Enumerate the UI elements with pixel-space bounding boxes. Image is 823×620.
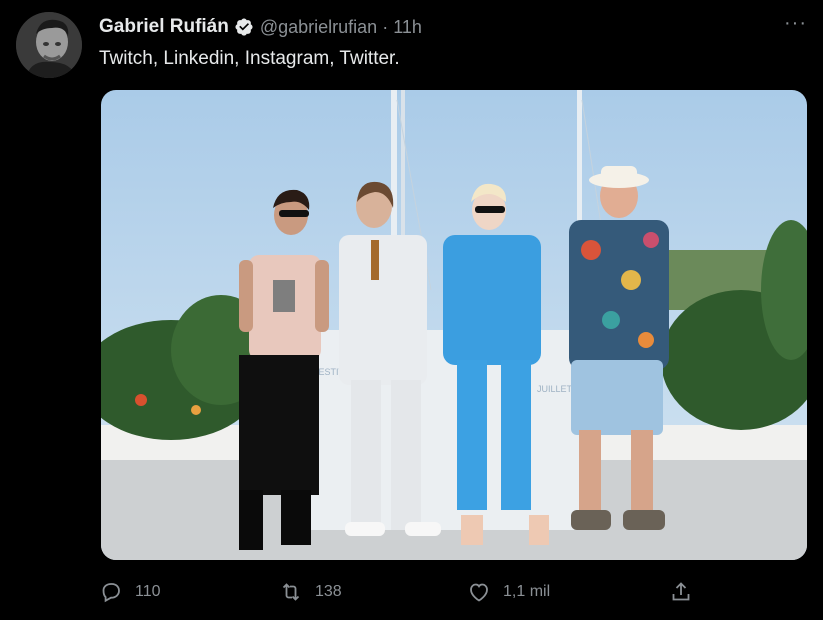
like-button[interactable]: 1,1 mil bbox=[467, 580, 550, 604]
svg-text:JUILLET: JUILLET bbox=[537, 384, 573, 394]
like-count: 1,1 mil bbox=[503, 583, 551, 600]
tweet-actions: 110 138 1,1 mil bbox=[99, 580, 699, 610]
tweet-timestamp[interactable]: 11h bbox=[393, 17, 422, 38]
author-name[interactable]: Gabriel Rufián bbox=[99, 16, 229, 38]
tweet-text: Twitch, Linkedin, Instagram, Twitter. bbox=[99, 48, 400, 69]
reply-button[interactable]: 110 bbox=[99, 580, 161, 604]
retweet-icon bbox=[282, 583, 300, 601]
retweet-count: 138 bbox=[315, 583, 342, 600]
verified-badge-icon bbox=[234, 17, 254, 37]
more-icon[interactable]: ··· bbox=[784, 12, 807, 35]
tweet-photo[interactable]: FESTIVAL JUILLET bbox=[101, 90, 807, 560]
retweet-button[interactable]: 138 bbox=[279, 580, 342, 604]
share-button[interactable] bbox=[669, 580, 693, 604]
reply-icon bbox=[102, 583, 120, 603]
author-handle[interactable]: @gabrielrufian bbox=[260, 17, 377, 38]
reply-count: 110 bbox=[135, 583, 161, 600]
author-avatar[interactable] bbox=[16, 12, 82, 78]
like-icon bbox=[470, 583, 488, 602]
tweet-header: Gabriel Rufián @gabrielrufian · 11h bbox=[99, 16, 422, 38]
separator-dot: · bbox=[382, 16, 389, 37]
share-icon bbox=[672, 582, 690, 601]
